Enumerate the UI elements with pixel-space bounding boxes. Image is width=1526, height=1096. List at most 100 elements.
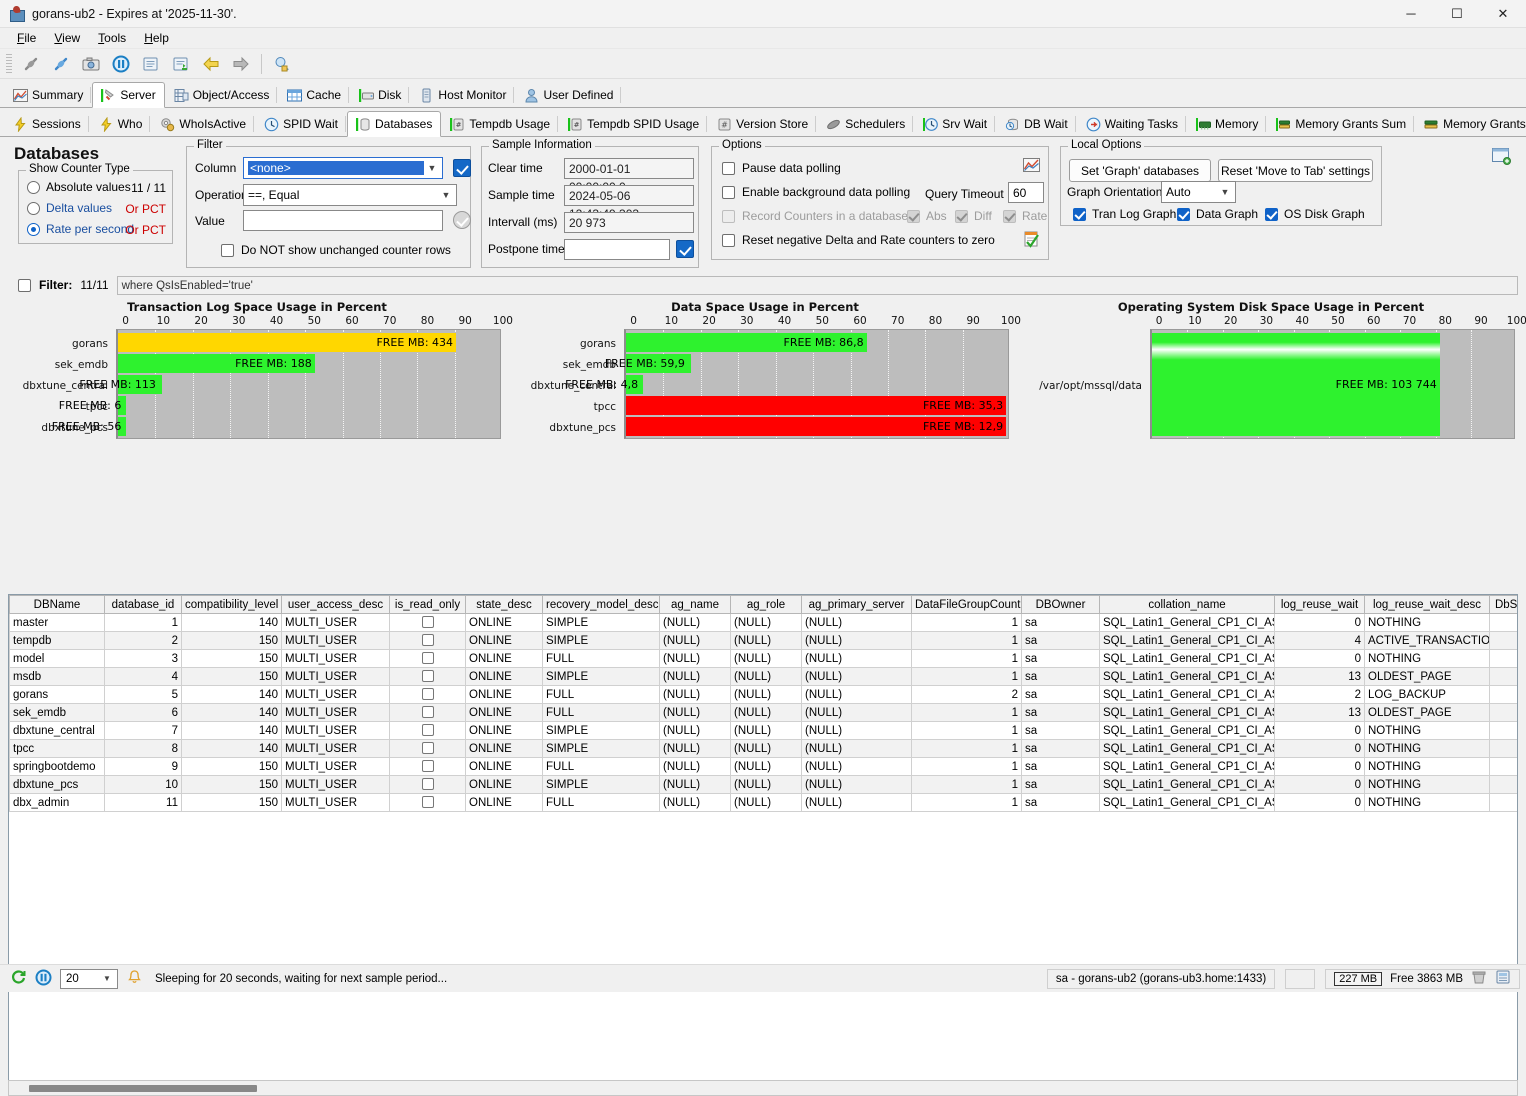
column-header-DataFileGroupCount[interactable]: DataFileGroupCount <box>912 596 1022 614</box>
counters-icon[interactable] <box>1495 969 1511 988</box>
tab-waiting-tasks[interactable]: Waiting Tasks <box>1077 112 1187 136</box>
radio-delta-values[interactable]: Delta values <box>27 201 112 215</box>
pause-icon[interactable] <box>106 51 136 77</box>
cell-log_reuse_wait[interactable]: 13 <box>1275 668 1365 686</box>
column-header-log_reuse_wait[interactable]: log_reuse_wait <box>1275 596 1365 614</box>
close-button[interactable]: ✕ <box>1480 0 1526 28</box>
table-row[interactable]: gorans5140MULTI_USERONLINEFULL(NULL)(NUL… <box>10 686 1519 704</box>
column-header-log_reuse_wait_desc[interactable]: log_reuse_wait_desc <box>1365 596 1490 614</box>
cell-ag_name[interactable]: (NULL) <box>660 704 731 722</box>
column-header-ag_role[interactable]: ag_role <box>731 596 802 614</box>
copy-icon[interactable] <box>136 51 166 77</box>
cell-is_read_only[interactable] <box>390 650 466 668</box>
cell-user_access_desc[interactable]: MULTI_USER <box>282 668 390 686</box>
tab-host-monitor[interactable]: Host Monitor <box>410 83 515 107</box>
cell-database_id[interactable]: 5 <box>105 686 182 704</box>
cell-DbSize[interactable] <box>1490 614 1519 632</box>
cell-collation_name[interactable]: SQL_Latin1_General_CP1_CI_AS <box>1100 794 1275 812</box>
cell-DbSize[interactable] <box>1490 794 1519 812</box>
graph-orientation-select[interactable]: Auto ▼ <box>1161 181 1236 203</box>
cell-DBOwner[interactable]: sa <box>1022 650 1100 668</box>
cell-log_reuse_wait[interactable]: 13 <box>1275 704 1365 722</box>
radio-absolute-values[interactable]: Absolute values <box>27 180 131 194</box>
cell-DbSize[interactable] <box>1490 632 1519 650</box>
cell-log_reuse_wait[interactable]: 0 <box>1275 722 1365 740</box>
query-timeout-input[interactable] <box>1008 182 1044 203</box>
cell-ag_primary_server[interactable]: (NULL) <box>802 758 912 776</box>
cell-user_access_desc[interactable]: MULTI_USER <box>282 794 390 812</box>
cell-log_reuse_wait_desc[interactable]: NOTHING <box>1365 650 1490 668</box>
reset-negative-counters-checkbox[interactable]: Reset negative Delta and Rate counters t… <box>722 233 995 247</box>
cell-state_desc[interactable]: ONLINE <box>466 650 543 668</box>
radio-rate-per-second[interactable]: Rate per second <box>27 222 134 236</box>
cell-DBOwner[interactable]: sa <box>1022 704 1100 722</box>
cell-DBName[interactable]: dbx_admin <box>10 794 105 812</box>
cell-database_id[interactable]: 2 <box>105 632 182 650</box>
radio-indicator[interactable] <box>27 202 40 215</box>
cell-DataFileGroupCount[interactable]: 1 <box>912 668 1022 686</box>
toolbar-grip[interactable] <box>6 54 12 74</box>
cell-user_access_desc[interactable]: MULTI_USER <box>282 686 390 704</box>
cell-recovery_model_desc[interactable]: SIMPLE <box>543 668 660 686</box>
column-header-state_desc[interactable]: state_desc <box>466 596 543 614</box>
cell-state_desc[interactable]: ONLINE <box>466 668 543 686</box>
filter-column-apply-button[interactable] <box>453 159 471 177</box>
cell-database_id[interactable]: 7 <box>105 722 182 740</box>
tab-who[interactable]: Who <box>90 112 152 136</box>
is-read-only-checkbox[interactable] <box>422 652 434 664</box>
open-in-new-window-icon[interactable] <box>1492 148 1511 168</box>
garbage-collect-icon[interactable] <box>1471 969 1487 988</box>
cell-collation_name[interactable]: SQL_Latin1_General_CP1_CI_AS <box>1100 758 1275 776</box>
table-horizontal-scrollbar[interactable] <box>8 1080 1518 1096</box>
cell-DBName[interactable]: tpcc <box>10 740 105 758</box>
cell-is_read_only[interactable] <box>390 722 466 740</box>
cell-ag_role[interactable]: (NULL) <box>731 650 802 668</box>
cell-DBName[interactable]: gorans <box>10 686 105 704</box>
cell-database_id[interactable]: 11 <box>105 794 182 812</box>
cell-ag_role[interactable]: (NULL) <box>731 686 802 704</box>
cell-ag_primary_server[interactable]: (NULL) <box>802 614 912 632</box>
cell-DbSize[interactable] <box>1490 776 1519 794</box>
checkbox-indicator[interactable] <box>1073 208 1086 221</box>
cell-collation_name[interactable]: SQL_Latin1_General_CP1_CI_AS <box>1100 650 1275 668</box>
table-row[interactable]: master1140MULTI_USERONLINESIMPLE(NULL)(N… <box>10 614 1519 632</box>
column-header-ag_primary_server[interactable]: ag_primary_server <box>802 596 912 614</box>
tab-cache[interactable]: Cache <box>278 83 350 107</box>
cell-is_read_only[interactable] <box>390 776 466 794</box>
cell-database_id[interactable]: 3 <box>105 650 182 668</box>
cell-database_id[interactable]: 8 <box>105 740 182 758</box>
cell-state_desc[interactable]: ONLINE <box>466 794 543 812</box>
cell-log_reuse_wait_desc[interactable]: OLDEST_PAGE <box>1365 668 1490 686</box>
cell-database_id[interactable]: 6 <box>105 704 182 722</box>
cell-compatibility_level[interactable]: 150 <box>182 794 282 812</box>
cell-log_reuse_wait_desc[interactable]: NOTHING <box>1365 794 1490 812</box>
scrollbar-thumb[interactable] <box>29 1085 257 1092</box>
cell-user_access_desc[interactable]: MULTI_USER <box>282 758 390 776</box>
cell-state_desc[interactable]: ONLINE <box>466 758 543 776</box>
cell-DbSize[interactable] <box>1490 668 1519 686</box>
cell-recovery_model_desc[interactable]: FULL <box>543 650 660 668</box>
set-graph-databases-button[interactable]: Set 'Graph' databases <box>1069 159 1211 182</box>
cell-log_reuse_wait[interactable]: 2 <box>1275 686 1365 704</box>
cell-user_access_desc[interactable]: MULTI_USER <box>282 632 390 650</box>
cell-ag_role[interactable]: (NULL) <box>731 668 802 686</box>
tab-memory-grants-sum[interactable]: Memory Grants Sum <box>1267 112 1415 136</box>
pause-icon[interactable] <box>35 969 52 989</box>
tab-version-store[interactable]: # Version Store <box>708 112 817 136</box>
cell-ag_name[interactable]: (NULL) <box>660 740 731 758</box>
cell-ag_role[interactable]: (NULL) <box>731 740 802 758</box>
cell-ag_name[interactable]: (NULL) <box>660 614 731 632</box>
cell-collation_name[interactable]: SQL_Latin1_General_CP1_CI_AS <box>1100 776 1275 794</box>
refresh-interval-select[interactable]: 20 ▼ <box>60 969 118 989</box>
chevron-down-icon[interactable]: ▼ <box>438 190 454 200</box>
cell-compatibility_level[interactable]: 140 <box>182 614 282 632</box>
checkbox-indicator[interactable] <box>722 234 735 247</box>
cell-DBOwner[interactable]: sa <box>1022 632 1100 650</box>
cell-state_desc[interactable]: ONLINE <box>466 740 543 758</box>
cell-ag_primary_server[interactable]: (NULL) <box>802 740 912 758</box>
cell-ag_name[interactable]: (NULL) <box>660 722 731 740</box>
column-header-ag_name[interactable]: ag_name <box>660 596 731 614</box>
tab-databases[interactable]: Databases <box>347 111 441 137</box>
cell-collation_name[interactable]: SQL_Latin1_General_CP1_CI_AS <box>1100 668 1275 686</box>
cell-DBOwner[interactable]: sa <box>1022 686 1100 704</box>
